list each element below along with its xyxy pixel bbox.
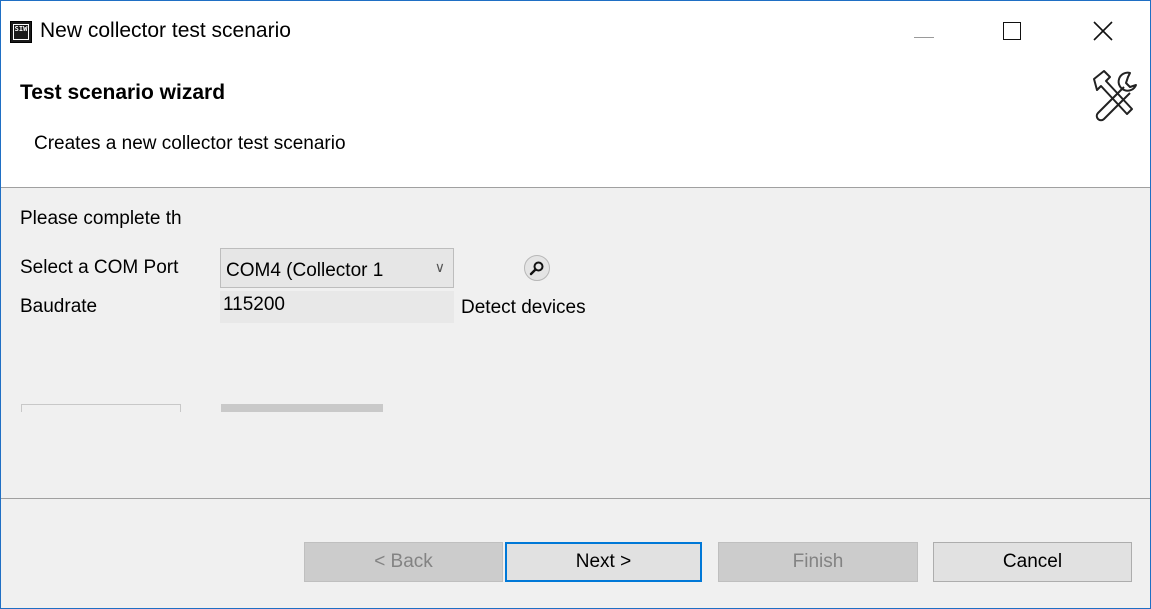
cancel-button[interactable]: Cancel	[933, 542, 1132, 582]
back-button[interactable]: < Back	[304, 542, 503, 582]
search-devices-button[interactable]	[524, 255, 550, 281]
footer-divider	[1, 498, 1150, 499]
wizard-title: Test scenario wizard	[20, 81, 226, 104]
close-button[interactable]	[1081, 7, 1127, 57]
placeholder-control-right	[221, 404, 383, 412]
wizard-message: Please complete th	[20, 208, 182, 229]
chevron-down-icon: ∨	[434, 259, 445, 275]
baudrate-field[interactable]: 115200	[220, 291, 454, 323]
close-icon	[1093, 21, 1113, 41]
wizard-description: Creates a new collector test scenario	[34, 133, 346, 154]
wizard-header: Test scenario wizard Creates a new colle…	[1, 63, 1150, 188]
maximize-icon	[1003, 22, 1021, 40]
app-icon: SIW	[10, 21, 32, 43]
detect-devices-label: Detect devices	[461, 297, 586, 318]
maximize-button[interactable]	[992, 7, 1038, 57]
minimize-button[interactable]	[906, 7, 952, 57]
title-bar[interactable]: SIW New collector test scenario	[1, 1, 1150, 63]
tools-icon	[1093, 70, 1137, 122]
finish-button[interactable]: Finish	[718, 542, 918, 582]
com-port-value: COM4 (Collector 1	[226, 260, 384, 281]
app-icon-text: SIW	[13, 24, 29, 40]
search-icon	[529, 261, 544, 276]
com-port-label: Select a COM Port	[20, 257, 179, 278]
wizard-window: SIW New collector test scenario Test sce…	[0, 0, 1151, 609]
wizard-content: Please complete th Select a COM Port COM…	[1, 188, 1150, 498]
minimize-icon	[914, 37, 934, 38]
next-button[interactable]: Next >	[505, 542, 702, 582]
window-title: New collector test scenario	[40, 19, 291, 42]
baudrate-label: Baudrate	[20, 296, 98, 317]
com-port-select[interactable]: COM4 (Collector 1 ∨	[220, 248, 454, 288]
baudrate-value: 115200	[223, 294, 285, 315]
placeholder-control-left	[21, 404, 181, 412]
